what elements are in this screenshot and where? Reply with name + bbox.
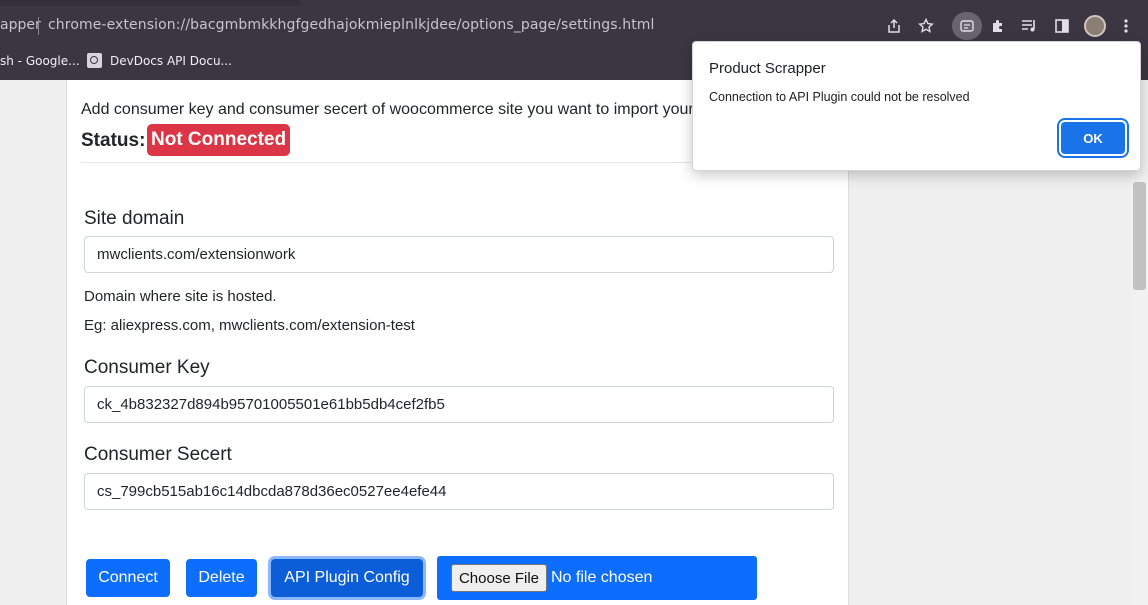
consumer-key-label: Consumer Key (84, 357, 210, 378)
divider (81, 162, 693, 163)
dialog-title: Product Scrapper (709, 60, 826, 77)
address-bar-url[interactable]: chrome-extension://bacgmbmkkhgfgedhajokm… (48, 17, 655, 33)
address-separator (38, 17, 39, 35)
star-icon[interactable] (914, 14, 938, 38)
dialog-message: Connection to API Plugin could not be re… (709, 90, 970, 104)
intro-text: Add consumer key and consumer secert of … (81, 101, 694, 118)
choose-file-button[interactable]: Choose File (451, 564, 547, 592)
api-plugin-config-button[interactable]: API Plugin Config (271, 559, 423, 597)
consumer-secret-input[interactable] (84, 473, 834, 510)
dialog-ok-button[interactable]: OK (1061, 122, 1125, 154)
site-domain-help: Domain where site is hosted. (84, 288, 277, 305)
extension-active-icon[interactable] (955, 14, 979, 38)
sidebar-icon[interactable] (1050, 14, 1074, 38)
devdocs-icon (87, 53, 102, 68)
site-domain-example: Eg: aliexpress.com, mwclients.com/extens… (84, 317, 415, 334)
share-icon[interactable] (882, 14, 906, 38)
site-domain-label: Site domain (84, 208, 185, 229)
status-label: Status: (81, 130, 146, 151)
connect-button[interactable]: Connect (86, 559, 170, 597)
consumer-key-input[interactable] (84, 386, 834, 423)
status-badge: Not Connected (147, 124, 291, 156)
tab-strip (0, 0, 300, 6)
scrollbar-thumb[interactable] (1133, 182, 1146, 290)
file-status-text: No file chosen (551, 569, 653, 586)
puzzle-icon[interactable] (986, 14, 1010, 38)
delete-button[interactable]: Delete (186, 559, 257, 597)
bookmark-devdocs[interactable]: DevDocs API Docu... (110, 54, 232, 68)
address-prefix: apper (0, 17, 41, 33)
site-domain-input[interactable] (84, 236, 834, 273)
bookmark-google[interactable]: sh - Google... (0, 54, 80, 68)
avatar[interactable] (1084, 15, 1106, 37)
menu-icon[interactable] (1114, 14, 1138, 38)
consumer-secret-label: Consumer Secert (84, 444, 232, 465)
media-icon[interactable] (1018, 14, 1042, 38)
